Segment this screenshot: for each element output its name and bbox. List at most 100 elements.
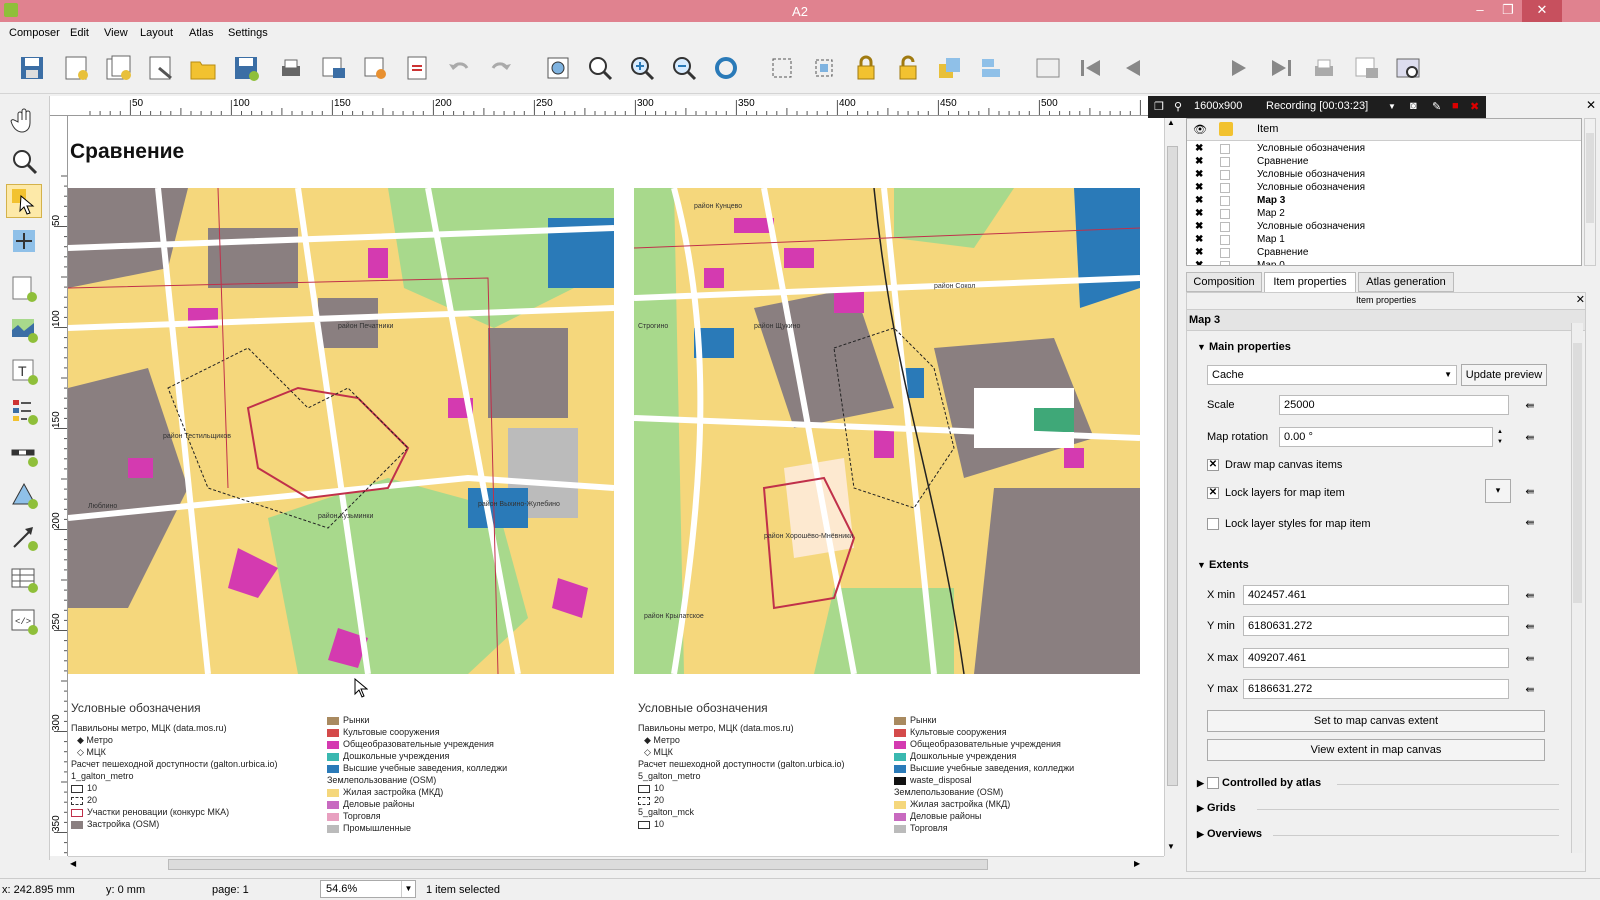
select-move-icon[interactable] (6, 184, 42, 218)
xmin-input[interactable]: 402457.461 (1243, 585, 1509, 605)
properties-scrollbar[interactable] (1571, 323, 1583, 853)
new-composer-icon[interactable] (60, 52, 92, 84)
composer-manager-icon[interactable] (145, 52, 177, 84)
visibility-checkbox[interactable]: ✖ (1195, 156, 1203, 167)
export-svg-icon[interactable] (359, 52, 391, 84)
cache-select[interactable]: Cache ▼ (1207, 365, 1457, 385)
lock-styles-checkbox[interactable] (1207, 518, 1219, 530)
lock-checkbox[interactable] (1220, 183, 1230, 193)
overviews-header[interactable]: ▶ Overviews (1197, 828, 1262, 840)
data-defined-override-icon[interactable]: ⇚ (1519, 513, 1541, 531)
align-items-icon[interactable] (976, 52, 1008, 84)
list-item[interactable]: ✖ Map 2 (1187, 208, 1581, 221)
legend-right[interactable]: Условные обозначения Павильоны метро, МЦ… (638, 702, 1138, 833)
list-item[interactable]: ✖ Условные обозначения (1187, 143, 1581, 156)
composition-title[interactable]: Сравнение (70, 140, 184, 164)
lock-checkbox[interactable] (1220, 235, 1230, 245)
lock-checkbox[interactable] (1220, 196, 1230, 206)
scroll-left-icon[interactable]: ◀ (70, 859, 76, 868)
add-shape-icon[interactable] (6, 478, 42, 512)
visibility-checkbox[interactable]: ✖ (1195, 169, 1203, 180)
visibility-checkbox[interactable]: ✖ (1195, 195, 1203, 206)
list-item[interactable]: ✖ Map 0 (1187, 260, 1581, 265)
canvas-horizontal-scrollbar[interactable]: ◀ ▶ (68, 856, 1164, 872)
items-list[interactable]: 👁 Item ✖ Условные обозначения ✖ Сравнение ✖ У… (1186, 118, 1582, 266)
rotation-input[interactable]: 0.00 ° (1279, 427, 1493, 447)
update-preview-button[interactable]: Update preview (1461, 364, 1547, 386)
duplicate-composer-icon[interactable] (103, 52, 135, 84)
redo-icon[interactable] (485, 52, 517, 84)
deselect-icon[interactable] (808, 52, 840, 84)
close-items-panel-icon[interactable]: ✕ (1586, 98, 1596, 112)
draw-items-checkbox[interactable]: ✕ (1207, 459, 1219, 471)
print-icon[interactable] (275, 52, 307, 84)
map-left[interactable]: район Тестильщиков район Печатники район… (68, 188, 614, 674)
lock-icon[interactable] (1219, 122, 1233, 136)
list-item[interactable]: ✖ Map 3 (1187, 195, 1581, 208)
visibility-checkbox[interactable]: ✖ (1195, 182, 1203, 193)
scroll-thumb[interactable] (1167, 146, 1178, 786)
add-page-icon[interactable] (6, 272, 42, 306)
data-defined-override-icon[interactable]: ⇚ (1519, 649, 1541, 667)
record-close-icon[interactable]: ✖ (1470, 100, 1479, 113)
add-table-icon[interactable] (6, 562, 42, 596)
controlled-by-atlas-checkbox[interactable] (1206, 777, 1219, 790)
rotation-spinner[interactable]: ▲ ▼ (1493, 427, 1507, 447)
close-panel-icon[interactable]: ✕ (1576, 293, 1585, 306)
xmax-input[interactable]: 409207.461 (1243, 648, 1509, 668)
controlled-by-atlas-header[interactable]: ▶ Controlled by atlas (1197, 777, 1321, 790)
scroll-thumb[interactable] (168, 859, 988, 870)
grids-header[interactable]: ▶ Grids (1197, 802, 1236, 814)
list-item[interactable]: ✖ Map 1 (1187, 234, 1581, 247)
composer-canvas[interactable]: Сравнение район Тестильщиков район Печат… (68, 116, 1164, 856)
scroll-right-icon[interactable]: ▶ (1134, 859, 1140, 868)
close-button[interactable]: ✕ (1522, 0, 1562, 22)
add-arrow-icon[interactable] (6, 520, 42, 554)
add-map-icon[interactable] (6, 312, 42, 346)
open-template-icon[interactable] (187, 52, 219, 84)
minimize-button[interactable]: – (1466, 0, 1494, 22)
menu-atlas[interactable]: Atlas (189, 27, 213, 39)
lock-checkbox[interactable] (1220, 261, 1230, 265)
visibility-checkbox[interactable]: ✖ (1195, 208, 1203, 219)
chevron-down-icon[interactable]: ▼ (401, 881, 415, 897)
visibility-checkbox[interactable]: ✖ (1195, 143, 1203, 154)
visibility-checkbox[interactable]: ✖ (1195, 234, 1203, 245)
move-content-icon[interactable] (6, 224, 42, 258)
scroll-down-icon[interactable]: ▼ (1167, 842, 1175, 851)
maximize-button[interactable]: ❐ (1494, 0, 1522, 22)
scroll-up-icon[interactable]: ▲ (1167, 118, 1175, 127)
lock-checkbox[interactable] (1220, 157, 1230, 167)
menu-composer[interactable]: Composer (9, 27, 60, 39)
export-pdf-icon[interactable] (401, 52, 433, 84)
window-icon[interactable]: ❐ (1154, 100, 1164, 113)
chevron-down-icon[interactable]: ▼ (1388, 102, 1396, 111)
eye-icon[interactable]: 👁 (1193, 123, 1207, 136)
first-feature-icon[interactable] (1074, 52, 1106, 84)
prev-feature-icon[interactable] (1116, 52, 1148, 84)
lock-checkbox[interactable] (1220, 222, 1230, 232)
visibility-checkbox[interactable]: ✖ (1195, 247, 1203, 258)
lock-layers-checkbox[interactable]: ✕ (1207, 487, 1219, 499)
list-item[interactable]: ✖ Условные обозначения (1187, 221, 1581, 234)
set-canvas-extent-button[interactable]: Set to map canvas extent (1207, 710, 1545, 732)
zoom-select[interactable]: 54.6% ▼ (320, 880, 416, 898)
visibility-checkbox[interactable]: ✖ (1195, 260, 1203, 265)
list-item[interactable]: ✖ Сравнение (1187, 247, 1581, 260)
unlock-icon[interactable] (892, 52, 924, 84)
record-stop-icon[interactable]: ■ (1452, 100, 1459, 112)
zoom-out-icon[interactable] (668, 52, 700, 84)
add-scalebar-icon[interactable] (6, 436, 42, 470)
print-atlas-icon[interactable] (1308, 52, 1340, 84)
tab-atlas-generation[interactable]: Atlas generation (1358, 272, 1454, 292)
data-defined-override-icon[interactable]: ⇚ (1519, 482, 1541, 500)
export-atlas-icon[interactable] (1350, 52, 1382, 84)
lock-checkbox[interactable] (1220, 144, 1230, 154)
camera-icon[interactable]: ◙ (1410, 100, 1417, 112)
list-item[interactable]: ✖ Условные обозначения (1187, 182, 1581, 195)
refresh-icon[interactable] (710, 52, 742, 84)
export-image-icon[interactable] (317, 52, 349, 84)
next-feature-icon[interactable] (1224, 52, 1256, 84)
zoom-tool-icon[interactable] (6, 144, 42, 178)
ymin-input[interactable]: 6180631.272 (1243, 616, 1509, 636)
